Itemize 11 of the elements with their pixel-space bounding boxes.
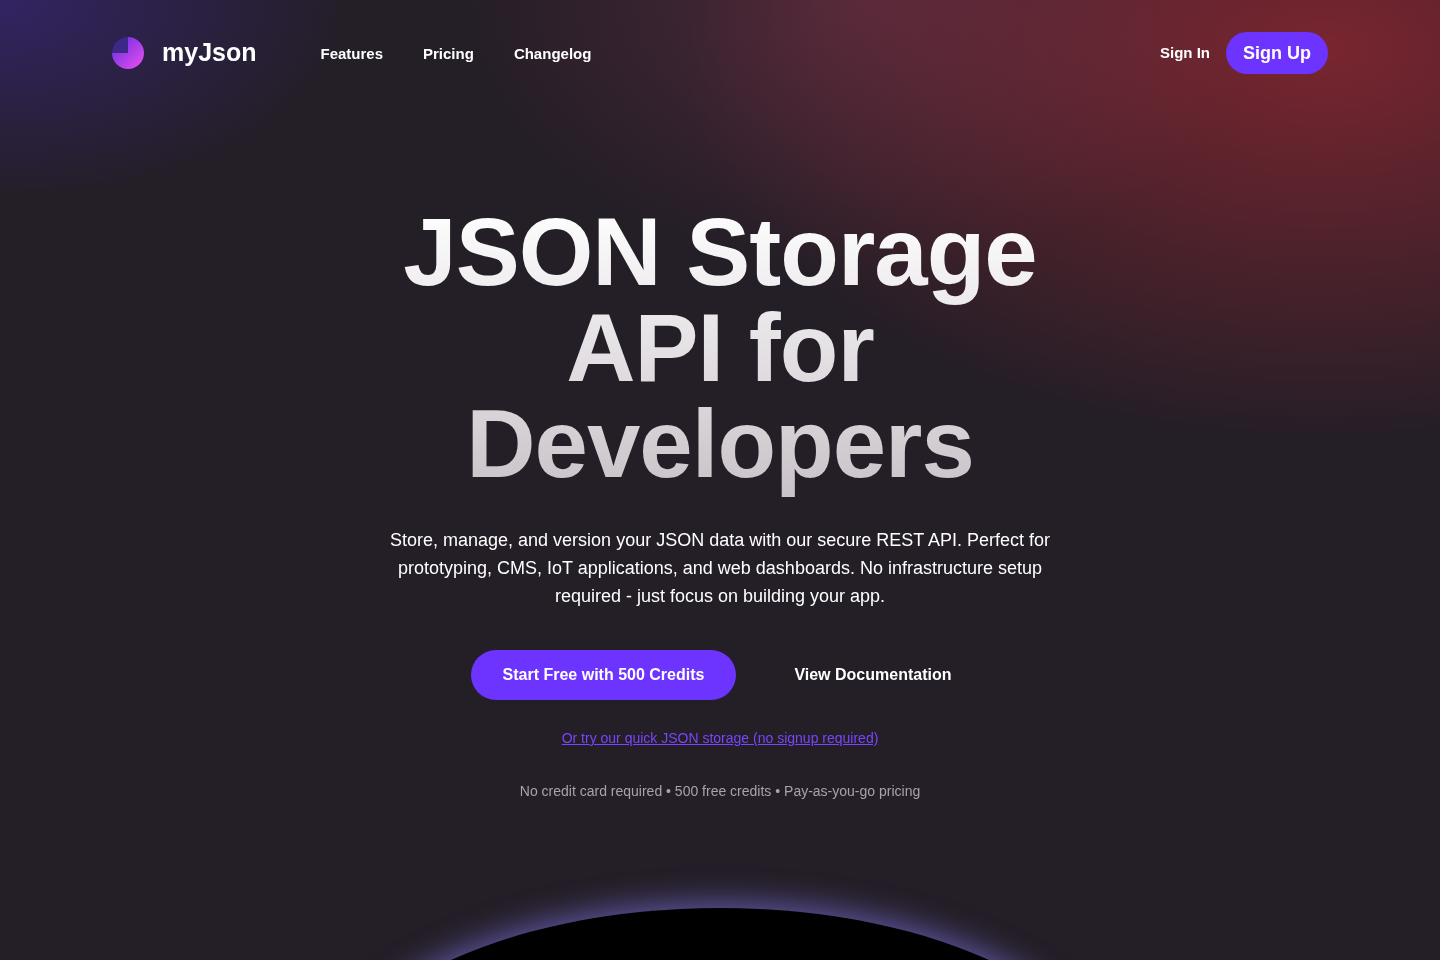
nav-link[interactable]: Pricing [423, 42, 474, 66]
nav-link[interactable]: Changelog [513, 42, 592, 66]
sign-up-button[interactable]: Sign Up [1226, 32, 1328, 74]
hero-note: No credit card required • 500 free credits • Pay-as-you-go pricing [519, 782, 921, 801]
start-free-button[interactable]: Start Free with 500 Credits [470, 650, 737, 700]
brand-name: myJson [162, 37, 257, 69]
view-documentation-button[interactable]: View Documentation [776, 650, 970, 700]
nav-link[interactable]: Features [320, 42, 383, 66]
logo-icon[interactable] [112, 37, 144, 69]
hero-subtitle: Store, manage, and version your JSON data with our secure REST API. Perfect for prototyping, CMS, IoT applications, and web dashboards. No infrastructure setup required - just focus on building your app. [389, 529, 1051, 608]
sign-in-link[interactable]: Sign In [1160, 41, 1210, 65]
